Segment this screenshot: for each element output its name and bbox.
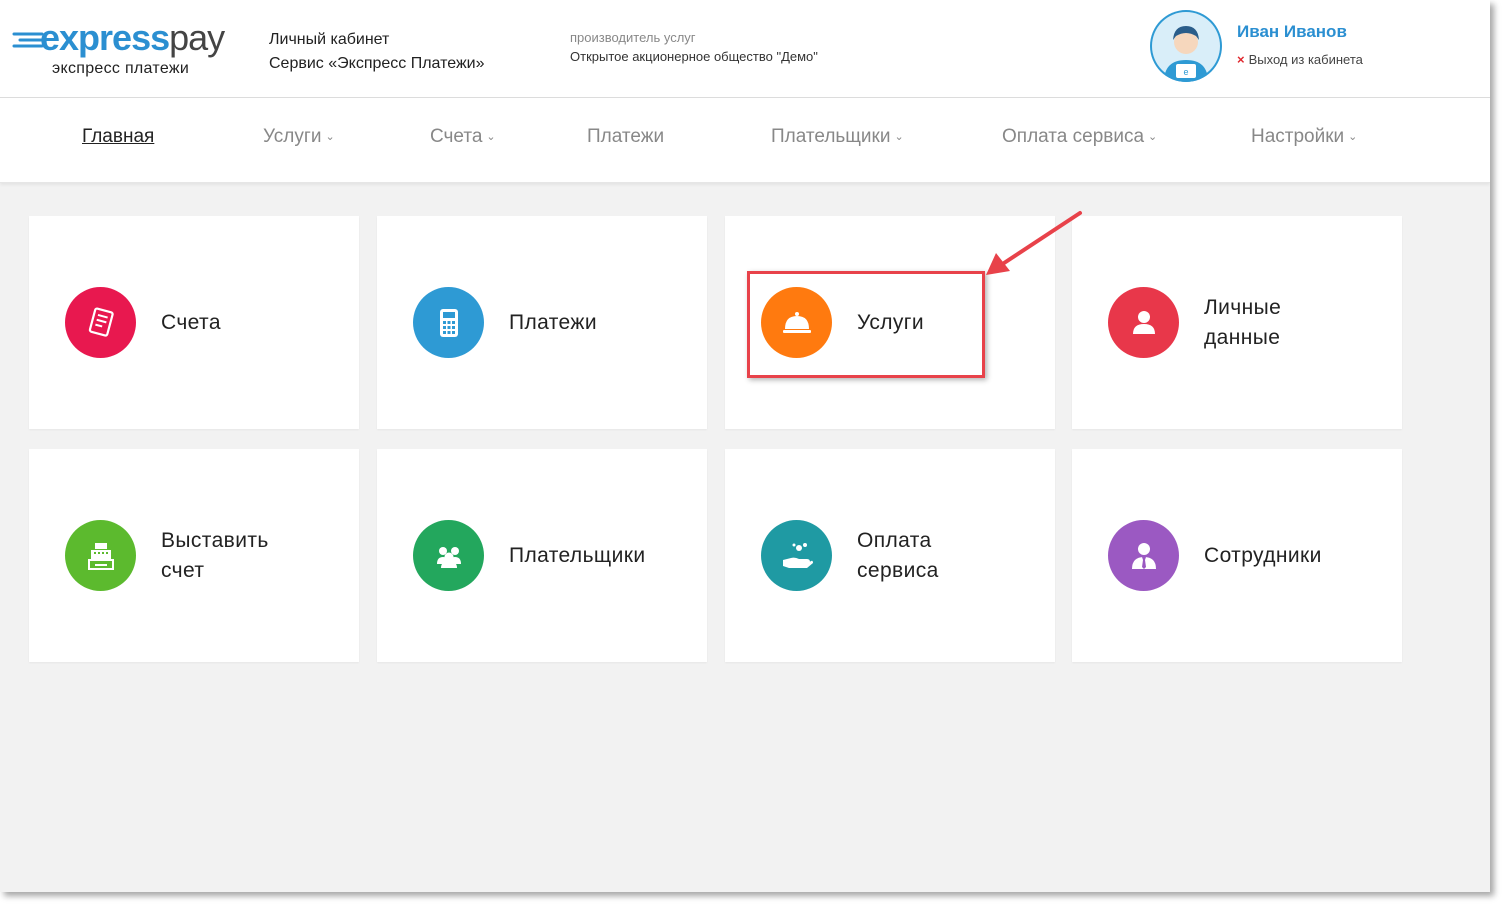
chevron-down-icon: ⌄ [894,131,904,143]
avatar-icon: e [1152,12,1220,82]
tile-service-payment[interactable]: Оплата сервиса [725,449,1055,662]
user-name[interactable]: Иван Иванов [1237,22,1363,42]
nav-payers[interactable]: Плательщики ⌄ [771,126,904,148]
tile-invoices[interactable]: Счета [29,216,359,429]
nav-services[interactable]: Услуги ⌄ [263,126,335,148]
provider-name: Открытое акционерное общество "Демо" [570,49,818,64]
chevron-down-icon: ⌄ [1148,131,1158,143]
nav-payments[interactable]: Платежи [587,126,664,148]
nav-invoices[interactable]: Счета ⌄ [430,126,496,148]
provider-label: производитель услуг [570,30,696,45]
cabinet-title: Личный кабинет Сервис «Экспресс Платежи» [269,28,485,76]
tile-personal-data[interactable]: Личные данные [1072,216,1402,429]
annotation-arrow-icon [986,211,1082,275]
tile-label: Плательщики [509,543,646,567]
svg-text:e: e [1183,67,1188,77]
user-avatar[interactable]: e [1150,10,1222,82]
tile-label: Сотрудники [1204,543,1322,567]
user-panel: Иван Иванов × Выход из кабинета [1237,22,1363,67]
tile-label: Платежи [509,310,597,334]
logout-link[interactable]: × Выход из кабинета [1237,52,1363,67]
nav-service-payment[interactable]: Оплата сервиса ⌄ [1002,126,1157,148]
annotation-highlight-box [747,271,985,378]
app-window: expresspay экспресс платежи Личный кабин… [0,0,1490,892]
chevron-down-icon: ⌄ [486,131,496,143]
logo-subtitle: экспресс платежи [52,60,190,77]
tile-payments[interactable]: Платежи [377,216,707,429]
employee-icon [1108,520,1179,591]
tile-payers[interactable]: Плательщики [377,449,707,662]
tile-label: Оплата сервиса [857,528,939,582]
tile-label: Личные данные [1204,295,1282,349]
cash-register-icon [65,520,136,591]
invoice-icon [65,287,136,358]
tile-label: Выставить счет [161,528,269,582]
terminal-icon [413,287,484,358]
people-icon [413,520,484,591]
close-icon: × [1237,52,1245,67]
expresspay-logo[interactable]: expresspay экспресс платежи [12,16,242,86]
nav-home[interactable]: Главная [82,126,154,148]
tile-label: Счета [161,310,221,334]
person-icon [1108,287,1179,358]
cabinet-line2: Сервис «Экспресс Платежи» [269,55,485,72]
provider-info: производитель услуг Открытое акционерное… [570,28,818,66]
chevron-down-icon: ⌄ [1348,131,1358,143]
logout-label: Выход из кабинета [1248,52,1363,67]
logo-wordmark: expresspay [40,17,225,58]
nav-settings[interactable]: Настройки ⌄ [1251,126,1357,148]
main-nav: Главная Услуги ⌄ Счета ⌄ Платежи Плательщи… [0,98,1490,183]
cabinet-line1: Личный кабинет [269,31,390,48]
chevron-down-icon: ⌄ [325,131,335,143]
hand-coins-icon [761,520,832,591]
tile-create-invoice[interactable]: Выставить счет [29,449,359,662]
tile-employees[interactable]: Сотрудники [1072,449,1402,662]
header: expresspay экспресс платежи Личный кабин… [0,0,1490,98]
